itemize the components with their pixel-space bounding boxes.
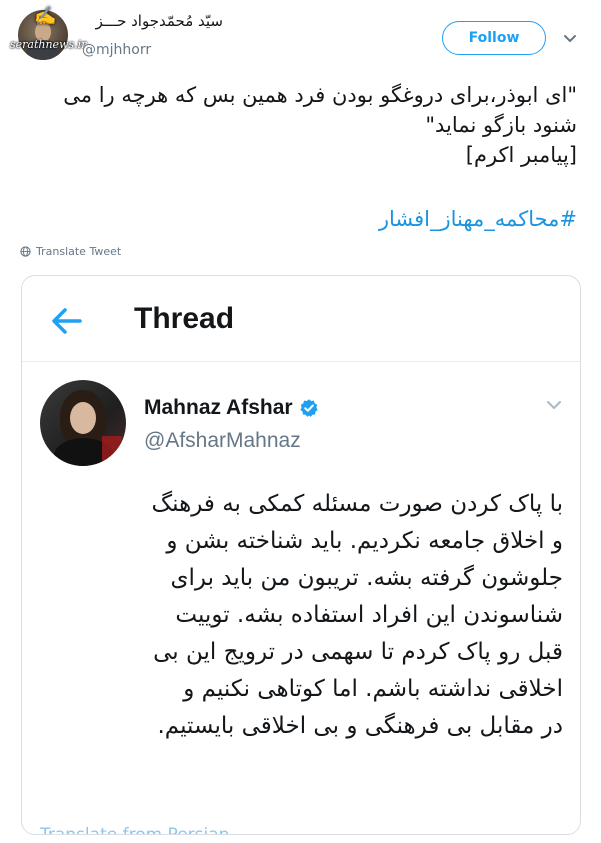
quoted-thread-card[interactable]: Thread Mahnaz Afshar @AfsharMahnaz با پا… xyxy=(21,275,581,835)
tweet-header: ✍ serathnews.ir سیّد مُحمّدجواد حـــز @m… xyxy=(0,0,601,75)
quoted-text-line: جلوشون گرفته بشه. تریبون من باید برای xyxy=(170,565,564,591)
quoted-author-handle[interactable]: @AfsharMahnaz xyxy=(144,429,301,453)
author-avatar[interactable] xyxy=(18,10,68,60)
tweet-text-line: شنود بازگو نماید" xyxy=(425,113,577,137)
chevron-down-icon[interactable] xyxy=(562,30,578,46)
chevron-down-icon[interactable] xyxy=(545,396,563,414)
quoted-author-avatar[interactable] xyxy=(40,380,126,466)
quoted-text-line: با پاک کردن صورت مسئله کمکی به فرهنگ xyxy=(151,491,563,517)
translate-tweet-label: Translate Tweet xyxy=(36,245,122,258)
tweet-text-line: [پیامبر اکرم] xyxy=(465,143,577,167)
tweet-text: "ای ابوذر،برای دروغگو بودن فرد همین بس ک… xyxy=(17,80,577,170)
tweet-text-line: "ای ابوذر،برای دروغگو بودن فرد همین بس ک… xyxy=(63,83,577,107)
quoted-tweet-text: با پاک کردن صورت مسئله کمکی به فرهنگ و ا… xyxy=(33,486,563,745)
verified-badge-icon xyxy=(300,399,318,417)
thread-title: Thread xyxy=(134,302,235,335)
quoted-translate-link[interactable]: Translate from Persian xyxy=(40,825,229,834)
author-name[interactable]: سیّد مُحمّدجواد حـــز xyxy=(96,12,223,30)
quoted-text-line: در مقابل بی فرهنگی و بی اخلاقی بایستیم. xyxy=(157,713,563,739)
quoted-text-line: قبل رو پاک کردم تا سهمی در ترویج این بی xyxy=(153,639,563,665)
avatar-face xyxy=(70,402,96,434)
avatar-face xyxy=(35,22,51,42)
arrow-left-icon[interactable] xyxy=(50,306,84,336)
quoted-text-line: اخلاقی نداشته باشم. اما کوتاهی نکنیم و xyxy=(183,676,563,702)
avatar-background-accent xyxy=(102,436,122,462)
quoted-author-name-row[interactable]: Mahnaz Afshar xyxy=(144,396,319,420)
author-handle[interactable]: @mjhhorr xyxy=(82,42,151,58)
quoted-author-name: Mahnaz Afshar xyxy=(144,396,293,419)
avatar-shirt xyxy=(26,40,60,60)
hashtag-link[interactable]: #محاکمه_مهناز_افشار xyxy=(379,204,577,234)
globe-icon xyxy=(20,246,31,257)
thread-header: Thread xyxy=(22,276,580,362)
translate-tweet-link[interactable]: Translate Tweet xyxy=(20,245,121,258)
quoted-text-line: شناسوندن این افراد استفاده بشه. توییت xyxy=(175,602,563,628)
follow-button[interactable]: Follow xyxy=(442,21,546,55)
quoted-text-line: و اخلاق جامعه نکردیم. باید شناخته بشن و xyxy=(166,528,563,554)
